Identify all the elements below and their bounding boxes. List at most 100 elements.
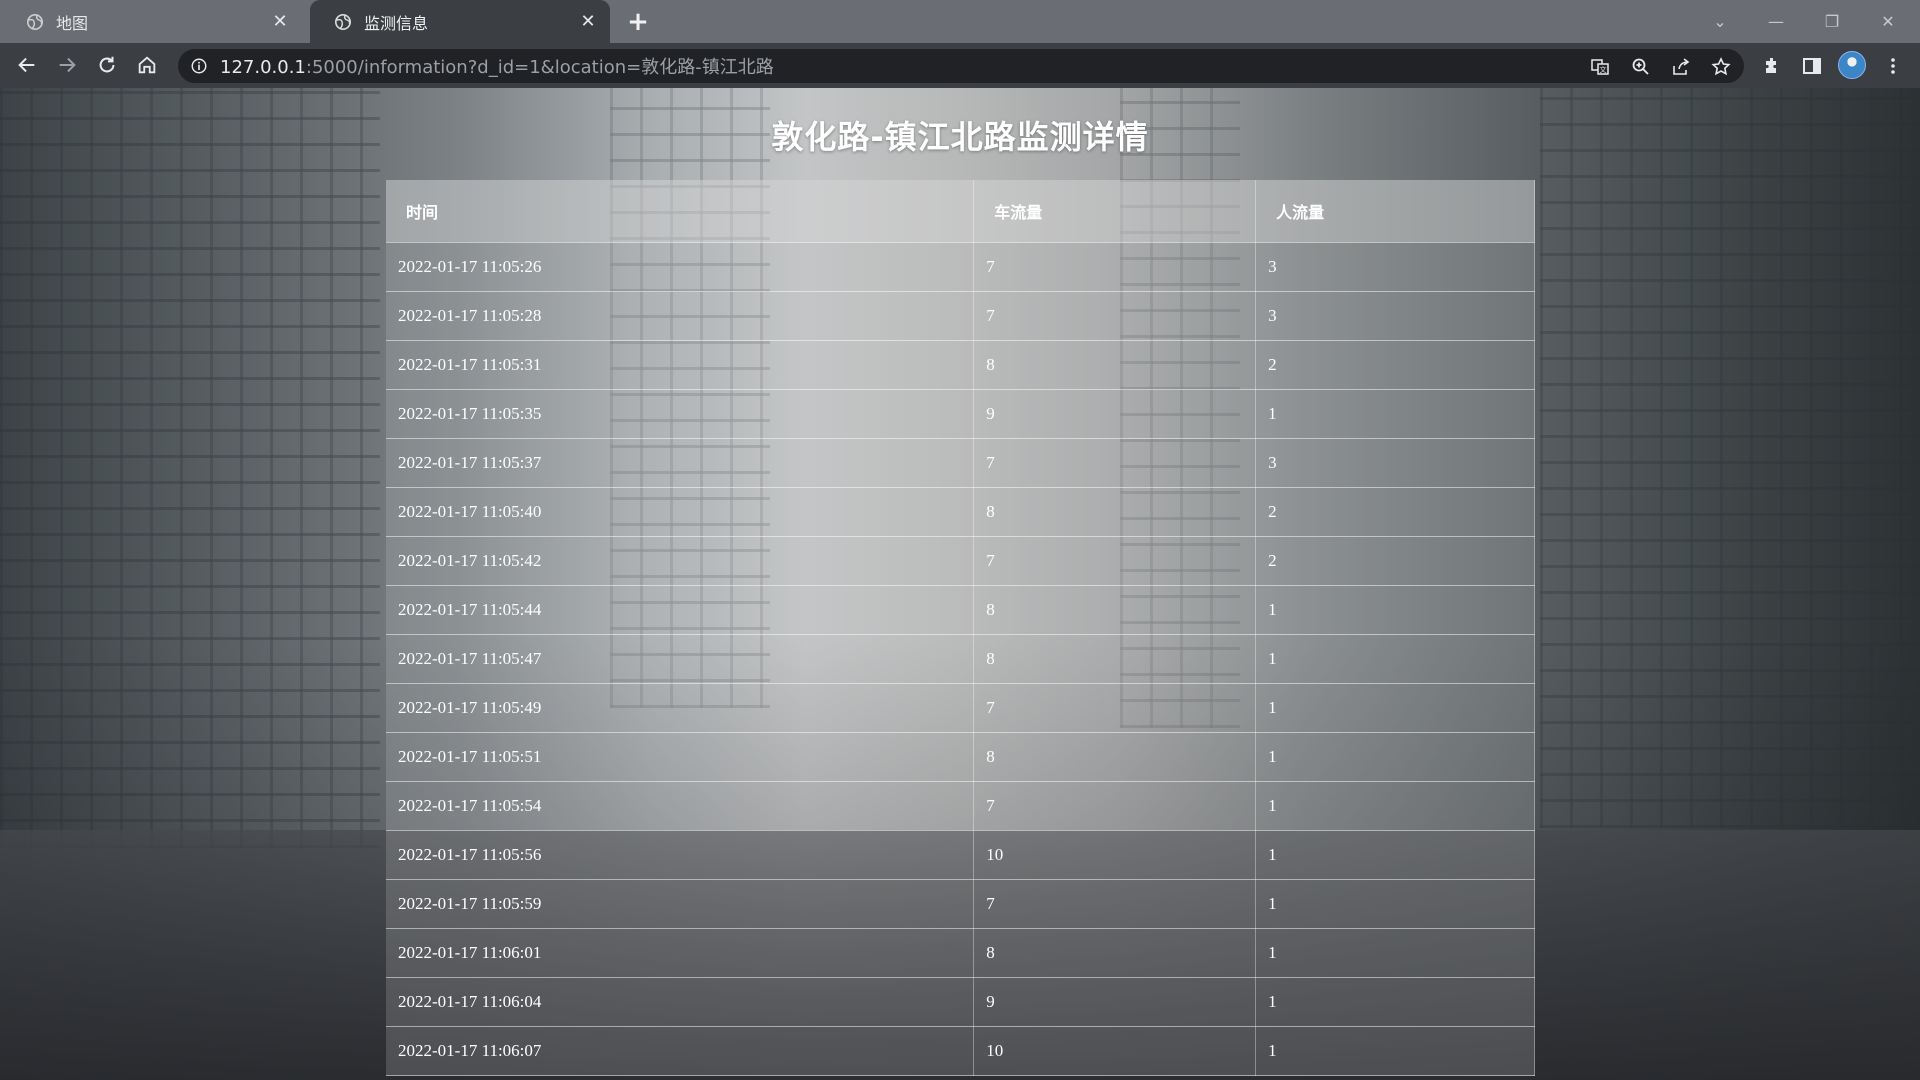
tab-strip: 地图 ✕ 监测信息 ✕ + ⌄ — ❐ ✕ — [0, 0, 1920, 43]
share-icon[interactable] — [1670, 56, 1692, 78]
svg-text:文: 文 — [1600, 65, 1607, 74]
table-row: 2022-01-17 11:05:56 10 1 — [386, 830, 1535, 880]
tab-search-icon[interactable]: ⌄ — [1698, 0, 1742, 43]
cell-time: 2022-01-17 11:05:59 — [386, 879, 975, 929]
table-row: 2022-01-17 11:06:07 10 1 — [386, 1026, 1535, 1076]
bookmark-star-icon[interactable] — [1710, 56, 1732, 78]
table-row: 2022-01-17 11:05:49 7 1 — [386, 683, 1535, 733]
cell-time: 2022-01-17 11:05:40 — [386, 487, 975, 537]
table-row: 2022-01-17 11:05:47 8 1 — [386, 634, 1535, 684]
cell-cars: 7 — [973, 781, 1257, 831]
table-row: 2022-01-17 11:05:37 7 3 — [386, 438, 1535, 488]
globe-icon — [26, 13, 44, 30]
cell-time: 2022-01-17 11:05:31 — [386, 340, 975, 390]
cell-cars: 7 — [973, 536, 1257, 586]
cell-people: 1 — [1255, 389, 1535, 439]
cell-people: 1 — [1255, 1026, 1535, 1076]
column-header-cars: 车流量 — [973, 180, 1257, 243]
cell-people: 1 — [1255, 585, 1535, 635]
tab-map[interactable]: 地图 ✕ — [2, 0, 302, 43]
page-viewport: 敦化路-镇江北路监测详情 时间 车流量 人流量 2022-01-17 11:05… — [0, 88, 1920, 1080]
address-bar[interactable]: 127.0.0.1:5000/information?d_id=1&locati… — [178, 49, 1744, 83]
minimize-icon[interactable]: — — [1754, 0, 1798, 43]
cell-cars: 9 — [973, 389, 1257, 439]
cell-cars: 7 — [973, 879, 1257, 929]
table-row: 2022-01-17 11:05:26 7 3 — [386, 242, 1535, 292]
monitoring-table: 时间 车流量 人流量 2022-01-17 11:05:26 7 3 2022-01… — [386, 180, 1535, 1076]
cell-cars: 7 — [973, 438, 1257, 488]
cell-people: 3 — [1255, 291, 1535, 341]
cell-time: 2022-01-17 11:05:28 — [386, 291, 975, 341]
column-header-people: 人流量 — [1255, 180, 1535, 243]
cell-cars: 7 — [973, 291, 1257, 341]
cell-people: 1 — [1255, 879, 1535, 929]
cell-people: 2 — [1255, 536, 1535, 586]
close-tab-monitoring-icon[interactable]: ✕ — [578, 11, 598, 32]
cell-people: 1 — [1255, 830, 1535, 880]
cell-people: 3 — [1255, 438, 1535, 488]
column-header-time: 时间 — [386, 180, 975, 243]
cell-time: 2022-01-17 11:06:04 — [386, 977, 975, 1027]
translate-icon[interactable]: 文 — [1589, 56, 1611, 78]
cell-time: 2022-01-17 11:05:56 — [386, 830, 975, 880]
table-row: 2022-01-17 11:05:42 7 2 — [386, 536, 1535, 586]
cell-cars: 8 — [973, 732, 1257, 782]
globe-icon — [334, 13, 352, 30]
reload-icon[interactable] — [91, 49, 123, 81]
profile-avatar[interactable] — [1838, 51, 1866, 79]
table-header-row: 时间 车流量 人流量 — [386, 180, 1535, 243]
cell-people: 3 — [1255, 242, 1535, 292]
building-right — [1540, 88, 1920, 828]
table-row: 2022-01-17 11:05:51 8 1 — [386, 732, 1535, 782]
back-icon[interactable] — [11, 49, 43, 81]
close-tab-map-icon[interactable]: ✕ — [270, 11, 290, 32]
close-window-icon[interactable]: ✕ — [1866, 0, 1910, 43]
tab-monitoring-title: 监测信息 — [364, 13, 429, 33]
home-icon[interactable] — [131, 49, 163, 81]
cell-people: 2 — [1255, 487, 1535, 537]
cell-people: 1 — [1255, 928, 1535, 978]
cell-cars: 7 — [973, 683, 1257, 733]
cell-people: 1 — [1255, 634, 1535, 684]
forward-icon[interactable] — [51, 49, 83, 81]
cell-time: 2022-01-17 11:05:51 — [386, 732, 975, 782]
table-row: 2022-01-17 11:05:35 9 1 — [386, 389, 1535, 439]
cell-cars: 10 — [973, 830, 1257, 880]
cell-people: 1 — [1255, 732, 1535, 782]
cell-people: 1 — [1255, 977, 1535, 1027]
table-row: 2022-01-17 11:06:04 9 1 — [386, 977, 1535, 1027]
cell-time: 2022-01-17 11:05:37 — [386, 438, 975, 488]
cell-cars: 8 — [973, 585, 1257, 635]
url-path: :5000/information?d_id=1&location=敦化路-镇江… — [305, 57, 774, 78]
cell-time: 2022-01-17 11:05:35 — [386, 389, 975, 439]
cell-time: 2022-01-17 11:06:07 — [386, 1026, 975, 1076]
table-row: 2022-01-17 11:05:54 7 1 — [386, 781, 1535, 831]
cell-people: 1 — [1255, 781, 1535, 831]
extensions-icon[interactable] — [1759, 53, 1785, 79]
restore-icon[interactable]: ❐ — [1810, 0, 1854, 43]
tab-monitoring[interactable]: 监测信息 ✕ — [310, 0, 610, 43]
cell-time: 2022-01-17 11:05:47 — [386, 634, 975, 684]
cell-cars: 8 — [973, 487, 1257, 537]
cell-people: 1 — [1255, 683, 1535, 733]
tab-map-title: 地图 — [56, 13, 89, 33]
cell-cars: 10 — [973, 1026, 1257, 1076]
site-info-icon[interactable] — [190, 57, 208, 75]
side-panel-icon[interactable] — [1799, 53, 1825, 79]
building-left — [0, 88, 380, 848]
zoom-icon[interactable] — [1630, 56, 1652, 78]
table-row: 2022-01-17 11:06:01 8 1 — [386, 928, 1535, 978]
table-row: 2022-01-17 11:05:44 8 1 — [386, 585, 1535, 635]
cell-time: 2022-01-17 11:05:49 — [386, 683, 975, 733]
new-tab-button[interactable]: + — [622, 6, 654, 38]
cell-cars: 8 — [973, 634, 1257, 684]
cell-cars: 8 — [973, 928, 1257, 978]
page-title: 敦化路-镇江北路监测详情 — [771, 118, 1149, 156]
table-row: 2022-01-17 11:05:31 8 2 — [386, 340, 1535, 390]
table-row: 2022-01-17 11:05:28 7 3 — [386, 291, 1535, 341]
url-text: 127.0.0.1:5000/information?d_id=1&locati… — [220, 53, 774, 79]
cell-people: 2 — [1255, 340, 1535, 390]
cell-cars: 9 — [973, 977, 1257, 1027]
cell-cars: 7 — [973, 242, 1257, 292]
menu-kebab-icon[interactable] — [1880, 53, 1906, 79]
